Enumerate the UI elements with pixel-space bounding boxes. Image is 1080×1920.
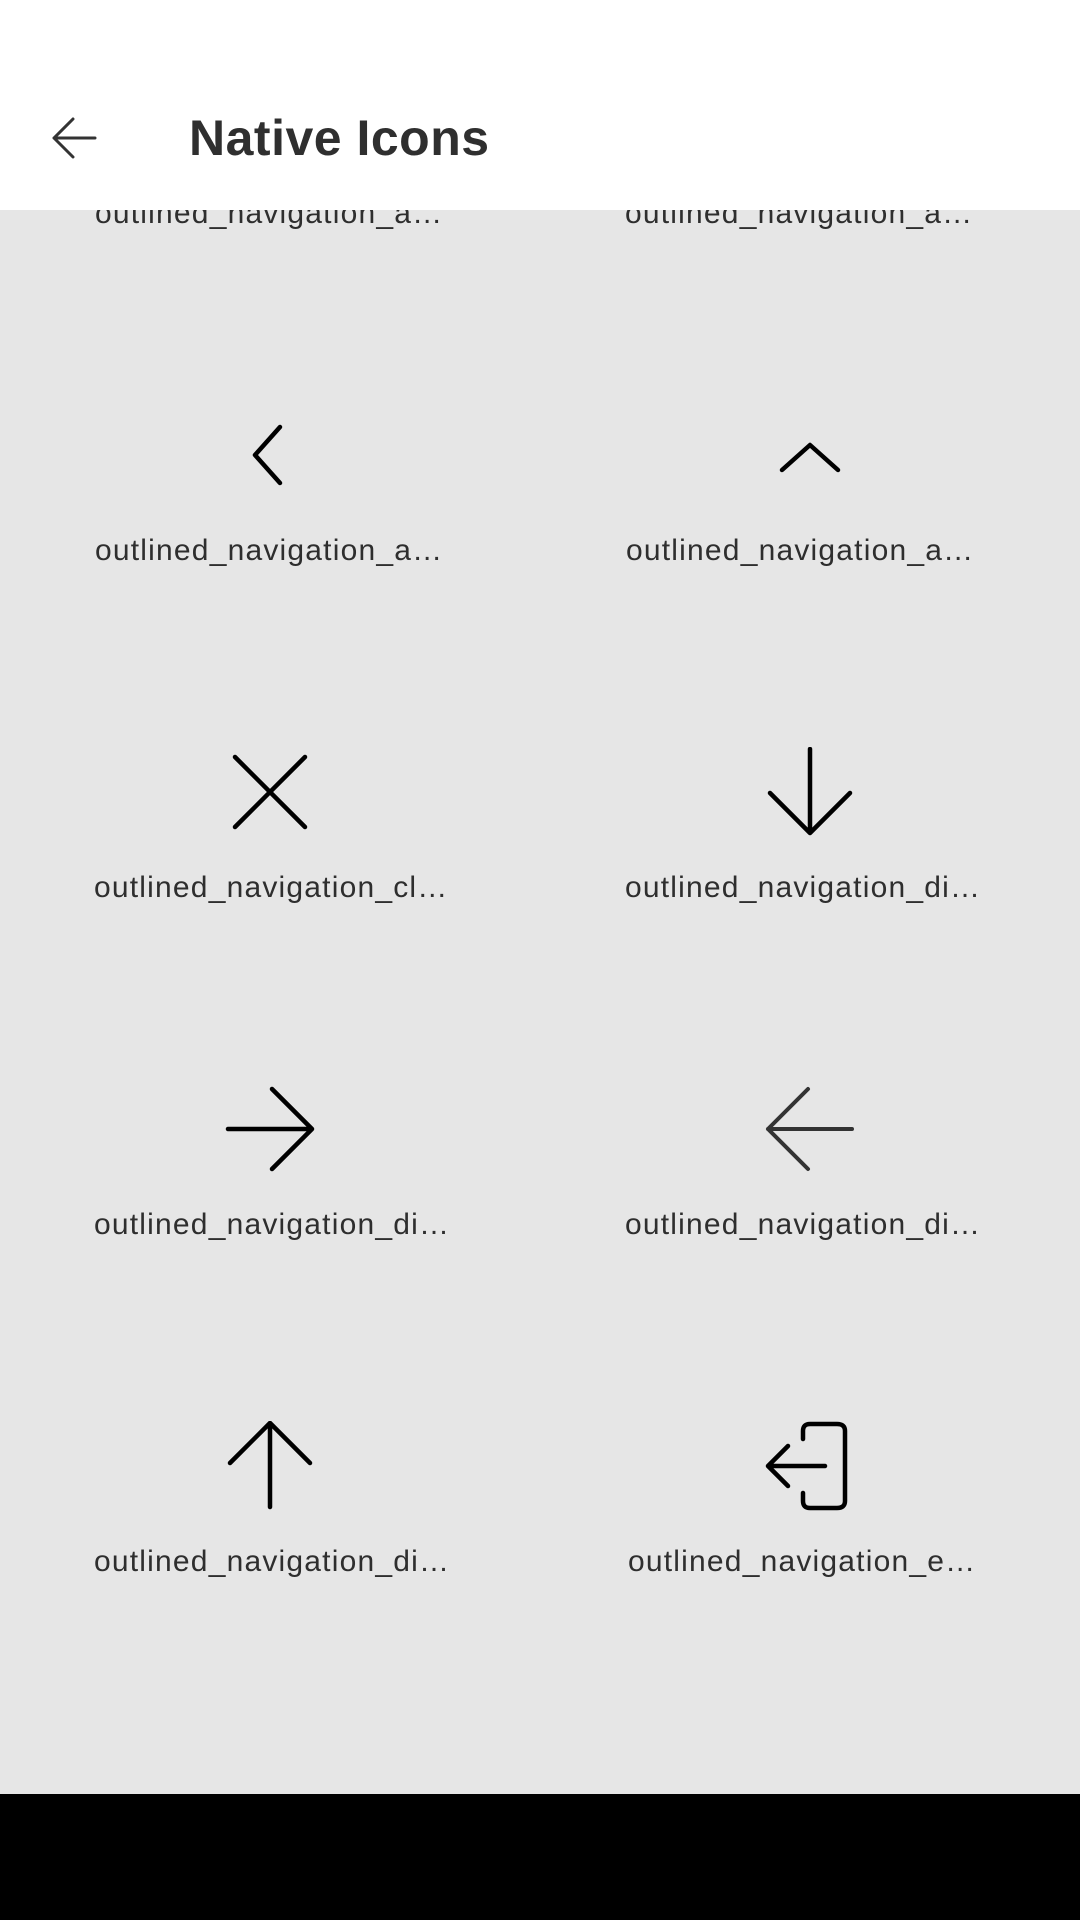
grid-item[interactable]: outlined_navigation_di… (0, 989, 540, 1326)
grid-item[interactable]: outlined_navigation_a… (0, 315, 540, 652)
app-bar: Native Icons (0, 0, 1080, 210)
grid-item[interactable]: outlined_navigation_di… (0, 1326, 540, 1663)
back-button[interactable] (32, 96, 116, 180)
system-navigation-bar (0, 1794, 1080, 1920)
grid-item[interactable]: outlined_navigation_di… (540, 652, 1080, 989)
grid-item-label: outlined_navigation_a… (625, 210, 974, 230)
grid-item[interactable]: outlined_navigation_cl… (0, 652, 540, 989)
icon-grid[interactable]: outlined_navigation_a… outlined_navigati… (0, 210, 1080, 1794)
arrow-right-icon (225, 1084, 315, 1174)
chevron-left-icon (225, 410, 315, 500)
grid-item-label: outlined_navigation_a… (95, 210, 444, 230)
exit-icon (765, 1421, 855, 1511)
chevron-up-icon (765, 410, 855, 500)
grid-item-label: outlined_navigation_di… (94, 1208, 451, 1241)
arrow-left-icon (52, 117, 97, 159)
arrow-left-icon (765, 1084, 855, 1174)
grid-item-label: outlined_navigation_e… (628, 1545, 977, 1578)
grid-item-label: outlined_navigation_di… (625, 871, 982, 904)
arrow-up-icon (225, 1421, 315, 1511)
grid-item[interactable]: outlined_navigation_e… (540, 1326, 1080, 1663)
grid-item[interactable]: outlined_navigation_di… (540, 989, 1080, 1326)
grid-item-label: outlined_navigation_cl… (94, 871, 449, 904)
grid-item[interactable]: outlined_navigation_a… (540, 210, 1080, 315)
grid-item-label: outlined_navigation_a… (626, 534, 975, 567)
grid-item-label: outlined_navigation_a… (95, 534, 444, 567)
grid-item[interactable]: outlined_navigation_a… (0, 210, 540, 315)
arrow-down-icon (765, 747, 855, 837)
page-title: Native Icons (189, 110, 490, 166)
grid-item-label: outlined_navigation_di… (625, 1208, 982, 1241)
close-icon (225, 747, 315, 837)
grid-item-label: outlined_navigation_di… (94, 1545, 451, 1578)
grid-item[interactable]: outlined_navigation_a… (540, 315, 1080, 652)
